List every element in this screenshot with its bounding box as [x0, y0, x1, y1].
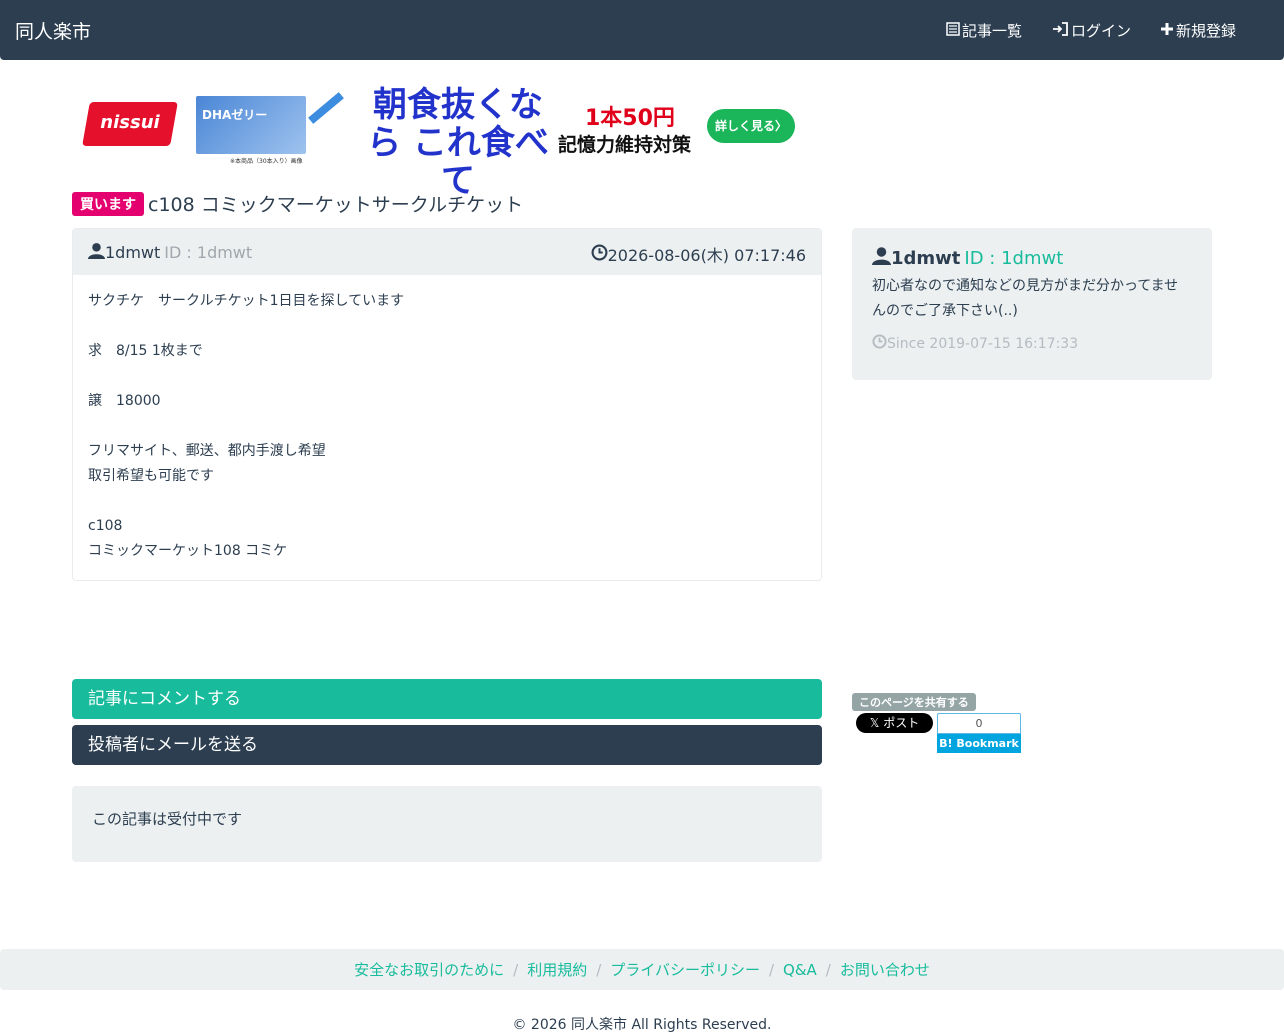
post-body-line — [88, 364, 806, 389]
top-navbar: 同人楽市 記事一覧 ログイン 新規登録 — [0, 0, 1284, 60]
hatena-bookmark-widget[interactable]: 0 B! Bookmark — [937, 713, 1021, 753]
user-card-bio: 初心者なので通知などの見方がまだ分かってませんのでご了承下さい(..) — [872, 278, 1179, 319]
post-panel-header: 1dmwt ID : 1dmwt 2026-08-06(木) 07:17:46 — [73, 229, 821, 275]
post-body-line: コミックマーケット108 コミケ — [88, 543, 288, 559]
footer-links: 安全なお取引のために / 利用規約 / プライバシーポリシー / Q&A / お… — [0, 949, 1284, 990]
clock-icon — [591, 244, 608, 265]
footer-separator: / — [596, 960, 602, 979]
ad-nissui-logo: nissui — [80, 94, 180, 154]
hatena-bookmark-button[interactable]: B! Bookmark — [937, 734, 1021, 753]
user-icon — [872, 246, 891, 270]
footer-link-qa[interactable]: Q&A — [783, 961, 817, 979]
clock-icon — [872, 334, 887, 353]
user-profile-card: 1dmwt ID : 1dmwt 初心者なので通知などの見方がまだ分かってません… — [852, 228, 1212, 380]
post-body-line — [88, 314, 806, 339]
ad-subtitle: 記憶力維持対策 — [558, 134, 692, 156]
post-body-line — [88, 489, 806, 514]
post-body-line: c108 — [88, 518, 123, 534]
nav-article-list[interactable]: 記事一覧 — [946, 20, 1022, 41]
plus-icon — [1160, 22, 1174, 40]
ad-headline: 朝食抜くなら これ食べて — [367, 85, 549, 201]
send-mail-button[interactable]: 投稿者にメールを送る — [72, 725, 822, 765]
ad-jelly-stick — [308, 92, 344, 124]
footer-separator: / — [513, 960, 519, 979]
ad-product-image: DHAゼリー — [196, 96, 306, 154]
ad-caption: ※本商品（30本入り）画像 — [230, 158, 303, 165]
login-icon — [1052, 21, 1069, 40]
footer-separator: / — [768, 960, 775, 979]
ad-detail-button[interactable]: 詳しく見る〉 — [707, 109, 795, 143]
user-icon — [88, 242, 105, 263]
footer-link-contact[interactable]: お問い合わせ — [840, 959, 930, 980]
share-label: このページを共有する — [852, 693, 976, 711]
post-title-row: 買います c108 コミックマーケットサークルチケット — [72, 190, 523, 217]
post-body-line: 譲 18000 — [88, 393, 161, 409]
post-title: c108 コミックマーケットサークルチケット — [148, 194, 524, 216]
nav-register-label: 新規登録 — [1176, 22, 1237, 40]
nav-article-list-label: 記事一覧 — [962, 22, 1023, 40]
post-body-line: フリマサイト、郵送、都内手渡し希望 — [88, 443, 326, 459]
nav-login-label: ログイン — [1071, 22, 1132, 40]
post-date: 2026-08-06(木) 07:17:46 — [591, 242, 806, 266]
post-body-line: 取引希望も可能です — [88, 468, 214, 484]
status-message: この記事は受付中です — [72, 786, 822, 862]
footer-link-terms[interactable]: 利用規約 — [527, 959, 587, 980]
ad-price: 1本50円 — [585, 106, 675, 131]
user-card-since-text: Since 2019-07-15 16:17:33 — [887, 335, 1079, 352]
user-card-name: 1dmwt — [891, 247, 961, 269]
user-card-name-row[interactable]: 1dmwt ID : 1dmwt — [872, 246, 1192, 270]
footer-link-privacy[interactable]: プライバシーポリシー — [610, 959, 760, 980]
post-body-line: サクチケ サークルチケット1日目を探しています — [88, 293, 405, 309]
post-body: サクチケ サークルチケット1日目を探しています 求 8/15 1枚まで 譲 18… — [73, 275, 821, 578]
user-card-since: Since 2019-07-15 16:17:33 — [872, 334, 1192, 353]
footer-link-safety[interactable]: 安全なお取引のために — [354, 959, 504, 980]
post-body-line: 求 8/15 1枚まで — [88, 343, 203, 359]
nav-login[interactable]: ログイン — [1052, 20, 1131, 41]
post-body-line — [88, 414, 806, 439]
list-icon — [946, 21, 960, 40]
post-author-name: 1dmwt — [105, 243, 161, 262]
nav-register[interactable]: 新規登録 — [1160, 20, 1236, 41]
user-card-id: ID : 1dmwt — [964, 247, 1064, 269]
buy-badge: 買います — [72, 191, 144, 216]
footer-separator: / — [825, 960, 831, 979]
hatena-count: 0 — [937, 713, 1021, 734]
post-panel: 1dmwt ID : 1dmwt 2026-08-06(木) 07:17:46 … — [72, 228, 822, 581]
post-date-text: 2026-08-06(木) 07:17:46 — [607, 246, 806, 265]
ad-banner[interactable]: nissui DHAゼリー ※本商品（30本入り）画像 朝食抜くなら これ食べて… — [80, 86, 800, 200]
x-post-button[interactable]: 𝕏 ポスト — [856, 713, 933, 733]
post-author-id: ID : 1dmwt — [164, 243, 253, 262]
post-author[interactable]: 1dmwt ID : 1dmwt — [88, 242, 252, 263]
copyright: © 2026 同人楽市 All Rights Reserved. — [512, 1017, 772, 1033]
comment-button[interactable]: 記事にコメントする — [72, 679, 822, 719]
site-brand[interactable]: 同人楽市 — [15, 17, 91, 44]
